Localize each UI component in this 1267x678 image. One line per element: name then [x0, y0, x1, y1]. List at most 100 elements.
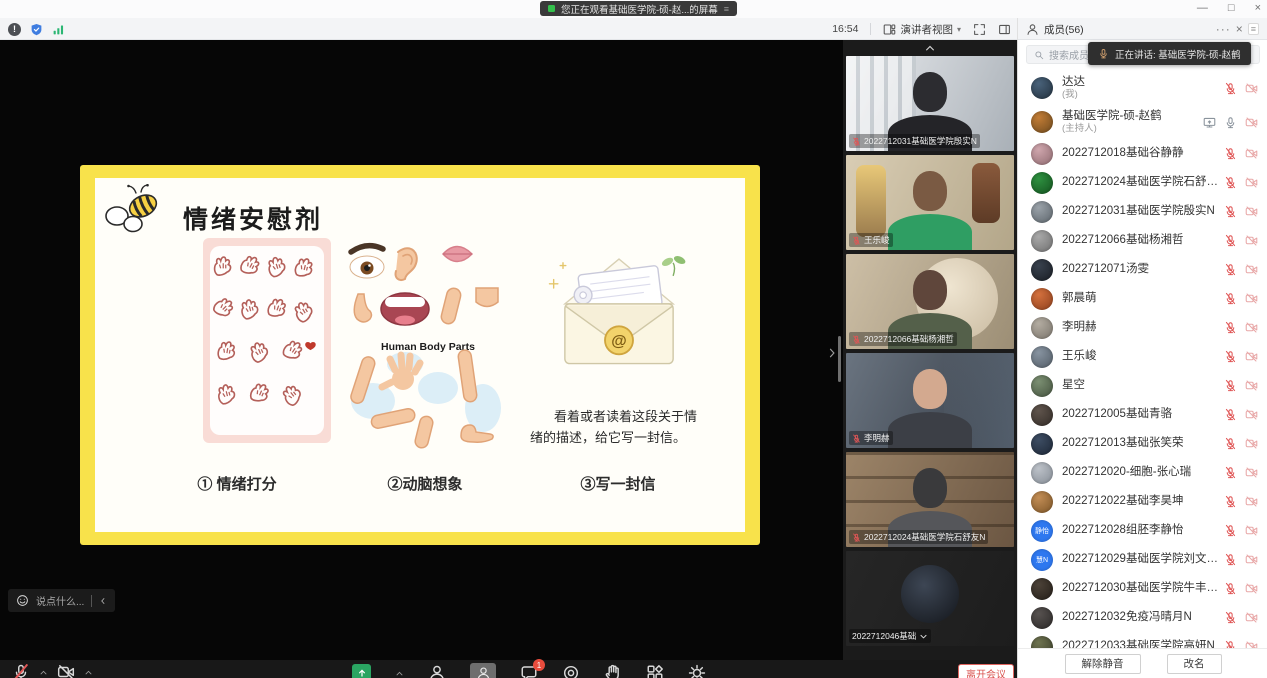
member-name: 李明赫: [1062, 320, 1224, 334]
chevron-down-icon[interactable]: [919, 632, 928, 641]
member-row[interactable]: 星空: [1018, 371, 1267, 400]
mic-muted-icon: [1224, 553, 1237, 566]
close-button[interactable]: ×: [1255, 3, 1261, 14]
panel-close-icon[interactable]: ×: [1236, 22, 1243, 36]
emoji-icon[interactable]: [16, 594, 29, 607]
mic-muted-icon: [1224, 263, 1237, 276]
member-status-icons: [1224, 524, 1258, 537]
member-name: 王乐峻: [1062, 349, 1224, 363]
member-status-icons: [1224, 495, 1258, 508]
member-row[interactable]: 2022712032免疫冯晴月N: [1018, 603, 1267, 632]
member-status-icons: [1224, 466, 1258, 479]
member-row[interactable]: 2022712071汤雯: [1018, 255, 1267, 284]
mic-muted-icon: [1224, 350, 1237, 363]
mic-options-caret-icon[interactable]: [39, 668, 48, 677]
screen-share-button[interactable]: [352, 664, 371, 678]
caption-step-2: ②动脑想象: [355, 473, 495, 494]
member-avatar: [1031, 404, 1053, 426]
members-panel-header: 成员(56) ··· × ≡: [1017, 18, 1267, 40]
member-avatar: [1031, 491, 1053, 513]
raise-hand-button[interactable]: [604, 664, 622, 678]
fullscreen-icon[interactable]: [973, 23, 986, 36]
camera-off-button[interactable]: [57, 663, 75, 678]
record-button[interactable]: [562, 664, 580, 678]
video-tile[interactable]: 2022712066基础杨湘哲: [846, 254, 1014, 349]
leave-meeting-button[interactable]: 离开会议: [958, 664, 1014, 678]
member-name: 2022712066基础杨湘哲: [1062, 233, 1224, 247]
meeting-info-icon[interactable]: !: [8, 23, 21, 36]
member-row[interactable]: 2022712033基础医学院高妍N: [1018, 632, 1267, 648]
chevron-left-icon[interactable]: [99, 596, 107, 606]
chat-button[interactable]: 1: [520, 664, 538, 678]
member-row[interactable]: 2022712022基础李昊坤: [1018, 487, 1267, 516]
rename-button[interactable]: 改名: [1167, 654, 1222, 674]
maximize-button[interactable]: □: [1228, 3, 1235, 14]
member-row[interactable]: 2022712005基础青骆: [1018, 400, 1267, 429]
member-row[interactable]: 慧N 2022712029基础医学院刘文慧N: [1018, 545, 1267, 574]
member-status-icons: [1224, 582, 1258, 595]
member-avatar: [1031, 578, 1053, 600]
settings-gear-icon[interactable]: [688, 664, 706, 678]
video-tile[interactable]: 2022712031基础医学院殷实N: [846, 56, 1014, 151]
video-tile[interactable]: 2022712046基础: [846, 551, 1014, 646]
caption-step-1: ① 情绪打分: [167, 473, 307, 494]
member-row[interactable]: 李明赫: [1018, 313, 1267, 342]
member-avatar: 静怡: [1031, 520, 1053, 542]
mic-muted-icon: [1224, 234, 1237, 247]
member-status-icons: [1224, 379, 1258, 392]
video-tile[interactable]: 2022712024基础医学院石舒友N: [846, 452, 1014, 547]
speaking-toast: 正在讲话: 基础医学院-硕-赵鹤: [1088, 42, 1251, 65]
mic-muted-icon: [852, 335, 861, 344]
invite-button[interactable]: [428, 664, 446, 678]
emotion-score-illustration: [203, 238, 331, 443]
members-icon: [1026, 23, 1039, 36]
network-signal-icon[interactable]: [52, 23, 65, 36]
minimize-button[interactable]: —: [1197, 3, 1208, 14]
strip-scrollbar[interactable]: [838, 336, 841, 382]
banner-menu-icon[interactable]: ≡: [724, 4, 729, 14]
member-row[interactable]: 郭晨萌: [1018, 284, 1267, 313]
collapse-videos-icon[interactable]: [922, 42, 938, 54]
share-options-caret-icon[interactable]: [395, 669, 404, 678]
member-row[interactable]: 2022712031基础医学院殷实N: [1018, 197, 1267, 226]
unmute-button[interactable]: 解除静音: [1065, 654, 1141, 674]
members-button-active[interactable]: [470, 663, 496, 678]
member-row[interactable]: 基础医学院-硕-赵鹤 (主持人): [1018, 105, 1267, 139]
divider: [91, 595, 92, 607]
member-row[interactable]: 静怡 2022712028组胚李静怡: [1018, 516, 1267, 545]
collapse-strip-chevron-icon[interactable]: [826, 345, 838, 361]
microphone-muted-button[interactable]: [12, 663, 30, 678]
side-panel-icon[interactable]: [998, 23, 1011, 36]
apps-button[interactable]: [646, 664, 664, 678]
member-row[interactable]: 2022712024基础医学院石舒友N: [1018, 168, 1267, 197]
member-status-icons: [1203, 116, 1258, 129]
member-avatar: [1031, 636, 1053, 649]
panel-dock-icon[interactable]: ≡: [1248, 23, 1259, 35]
member-avatar: [1031, 346, 1053, 368]
screen-share-active-icon: [548, 5, 555, 12]
member-row[interactable]: 达达 (我): [1018, 71, 1267, 105]
member-row[interactable]: 2022712020-细胞-张心瑞: [1018, 458, 1267, 487]
member-row[interactable]: 2022712066基础杨湘哲: [1018, 226, 1267, 255]
video-tile[interactable]: 李明赫: [846, 353, 1014, 448]
screen-share-banner[interactable]: 您正在观看基础医学院-硕-赵...的屏幕 ≡: [540, 1, 737, 16]
search-icon: [1034, 50, 1044, 60]
mic-muted-icon: [1224, 466, 1237, 479]
member-row[interactable]: 2022712013基础张笑荣: [1018, 429, 1267, 458]
mic-muted-icon: [1224, 205, 1237, 218]
participant-name: 2022712046基础: [852, 630, 916, 642]
view-mode-dropdown[interactable]: 演讲者视图 ▾: [883, 22, 961, 37]
more-options-icon[interactable]: ···: [1216, 22, 1231, 36]
member-status-icons: [1224, 234, 1258, 247]
member-name: 2022712033基础医学院高妍N: [1062, 639, 1224, 648]
member-row[interactable]: 王乐峻: [1018, 342, 1267, 371]
quick-chat-bar[interactable]: 说点什么...: [8, 589, 115, 612]
video-tile[interactable]: 王乐峻: [846, 155, 1014, 250]
member-role: (我): [1062, 89, 1224, 100]
security-shield-icon[interactable]: [30, 23, 43, 36]
member-row[interactable]: 2022712030基础医学院牛丰芳N: [1018, 574, 1267, 603]
chat-placeholder[interactable]: 说点什么...: [36, 593, 84, 608]
camera-options-caret-icon[interactable]: [84, 668, 93, 677]
member-row[interactable]: 2022712018基础谷静静: [1018, 139, 1267, 168]
screen-share-banner-text: 您正在观看基础医学院-硕-赵...的屏幕: [561, 2, 718, 16]
